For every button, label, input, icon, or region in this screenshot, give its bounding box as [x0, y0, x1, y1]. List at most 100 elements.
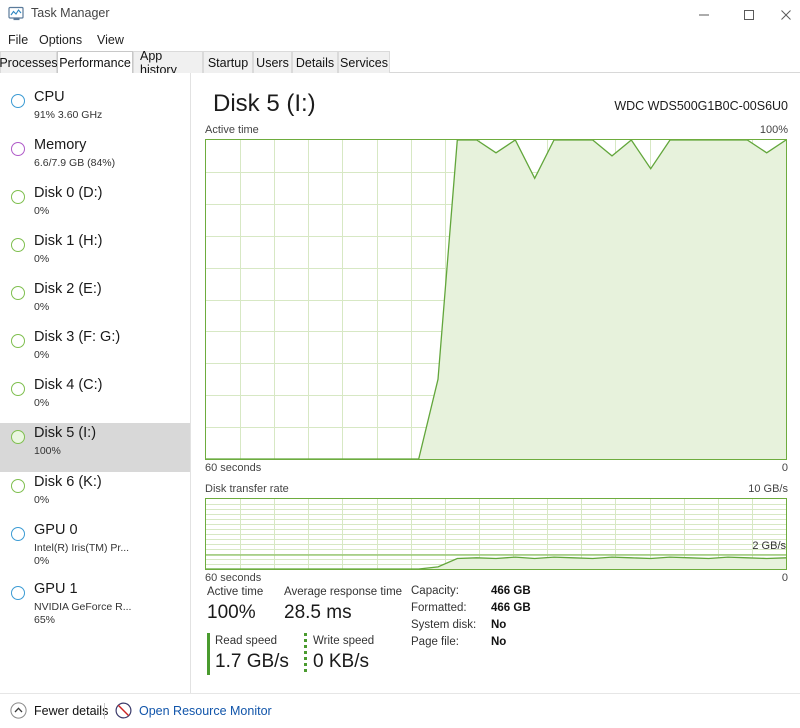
active-time-graph-series: [206, 140, 786, 459]
sidebar-item-label: Disk 6 (K:): [34, 474, 102, 490]
menu-item-file[interactable]: File: [4, 32, 32, 48]
average-response-time-label: Average response time: [284, 586, 403, 598]
stat-key: System disk:: [411, 619, 477, 631]
sidebar-item-label: Disk 0 (D:): [34, 185, 103, 201]
stat-value: 466 GB: [491, 602, 531, 614]
sidebar-item-detail: 0%: [34, 253, 50, 265]
sidebar-item-gpu-1[interactable]: GPU 1 NVIDIA GeForce R... 65%: [0, 579, 190, 628]
disk-transfer-rate-graph-marker-label: 2 GB/s: [752, 540, 786, 552]
stat-value: 466 GB: [491, 585, 531, 597]
sidebar-item-label: CPU: [34, 89, 65, 105]
resource-status-dot-icon: [11, 190, 25, 204]
footer-bar: Fewer details Open Resource Monitor: [0, 693, 800, 728]
sidebar-item-detail: 100%: [34, 445, 61, 457]
minimize-button[interactable]: [681, 0, 726, 29]
chevron-up-circle-icon: [10, 702, 27, 719]
sidebar-item-label: Disk 2 (E:): [34, 281, 102, 297]
sidebar-item-label: Disk 4 (C:): [34, 377, 103, 393]
sidebar-item-detail: 0%: [34, 301, 50, 313]
close-button[interactable]: [771, 0, 800, 29]
tab-app-history[interactable]: App history: [133, 49, 203, 77]
read-speed-indicator-bar: [207, 633, 210, 675]
resource-status-dot-icon: [11, 238, 25, 252]
write-speed-indicator-bar: [304, 633, 307, 675]
sidebar-item-disk-2-e[interactable]: Disk 2 (E:) 0%: [0, 279, 190, 328]
active-time-value: 100%: [207, 602, 256, 623]
title-bar: Task Manager: [0, 0, 800, 29]
tab-details[interactable]: Details: [292, 51, 338, 73]
resource-status-dot-icon: [11, 334, 25, 348]
stat-value: No: [491, 619, 507, 631]
resource-status-dot-icon: [11, 382, 25, 396]
disk-transfer-rate-graph-series: [206, 554, 786, 569]
disk-model-label: WDC WDS500G1B0C-00S6U0: [614, 99, 788, 113]
sidebar-item-disk-0-d[interactable]: Disk 0 (D:) 0%: [0, 183, 190, 232]
active-time-label: Active time: [207, 586, 264, 598]
task-manager-icon: [8, 6, 24, 21]
disk-transfer-rate-graph: [205, 498, 787, 570]
menu-item-view[interactable]: View: [93, 32, 128, 48]
resource-status-dot-icon: [11, 94, 25, 108]
sidebar-item-disk-6-k[interactable]: Disk 6 (K:) 0%: [0, 472, 190, 521]
disk-transfer-rate-graph-xaxis-right-label: 0: [781, 572, 788, 584]
average-response-time-value: 28.5 ms: [284, 602, 352, 623]
main-panel: Disk 5 (I:) WDC WDS500G1B0C-00S6U0 Activ…: [191, 73, 800, 693]
tab-users[interactable]: Users: [253, 51, 292, 73]
close-icon: [780, 9, 791, 20]
tab-services[interactable]: Services: [338, 51, 390, 73]
open-resource-monitor-link[interactable]: Open Resource Monitor: [115, 702, 272, 719]
resource-monitor-icon: [115, 702, 132, 719]
maximize-icon: [743, 9, 754, 20]
sidebar-item-detail: 0%: [34, 349, 50, 361]
resource-status-dot-icon: [11, 586, 25, 600]
sidebar-item-detail: 0%: [34, 397, 50, 409]
active-time-graph-title: Active time: [205, 124, 259, 136]
open-resource-monitor-label: Open Resource Monitor: [139, 703, 272, 718]
footer-divider: [104, 703, 105, 719]
sidebar-item-memory[interactable]: Memory 6.6/7.9 GB (84%): [0, 135, 190, 184]
resource-sidebar[interactable]: CPU 91% 3.60 GHz Memory 6.6/7.9 GB (84%) Dis…: [0, 73, 191, 693]
tab-performance[interactable]: Performance: [57, 51, 133, 73]
sidebar-item-disk-4-c[interactable]: Disk 4 (C:) 0%: [0, 375, 190, 424]
sidebar-item-detail: NVIDIA GeForce R...: [34, 601, 132, 613]
active-time-graph: [205, 139, 787, 460]
stat-key: Page file:: [411, 636, 459, 648]
sidebar-item-label: Disk 5 (I:): [34, 425, 97, 441]
sidebar-item-label: Disk 3 (F: G:): [34, 329, 121, 345]
sidebar-item-cpu[interactable]: CPU 91% 3.60 GHz: [0, 87, 190, 136]
sidebar-item-detail: 0%: [34, 494, 50, 506]
fewer-details-button[interactable]: Fewer details: [10, 702, 108, 719]
menu-item-options[interactable]: Options: [35, 32, 86, 48]
resource-status-dot-icon: [11, 479, 25, 493]
minimize-icon: [698, 14, 709, 15]
sidebar-item-disk-1-h[interactable]: Disk 1 (H:) 0%: [0, 231, 190, 280]
active-time-graph-xaxis-right-label: 0: [781, 462, 788, 474]
sidebar-item-detail: Intel(R) Iris(TM) Pr...: [34, 542, 130, 554]
fewer-details-label: Fewer details: [34, 703, 109, 718]
read-speed-label: Read speed: [215, 635, 278, 647]
maximize-button[interactable]: [726, 0, 771, 29]
active-time-graph-ymax-label: 100%: [759, 124, 788, 136]
tab-processes[interactable]: Processes: [0, 51, 58, 73]
sidebar-item-label: GPU 0: [34, 522, 78, 538]
read-speed-value: 1.7 GB/s: [215, 651, 289, 672]
resource-status-dot-icon: [11, 286, 25, 300]
menu-bar: File Options View: [0, 29, 800, 51]
sidebar-item-usage: 65%: [34, 614, 56, 626]
active-time-graph-xaxis-left-label: 60 seconds: [205, 462, 262, 474]
page-title: Disk 5 (I:): [213, 90, 316, 117]
write-speed-value: 0 KB/s: [313, 651, 369, 672]
sidebar-item-disk-5-i[interactable]: Disk 5 (I:) 100%: [0, 423, 190, 472]
disk-transfer-rate-graph-title: Disk transfer rate: [205, 483, 289, 495]
disk-transfer-rate-graph-xaxis-left-label: 60 seconds: [205, 572, 262, 584]
tab-startup[interactable]: Startup: [203, 51, 253, 73]
sidebar-item-label: Disk 1 (H:): [34, 233, 103, 249]
sidebar-item-gpu-0[interactable]: GPU 0 Intel(R) Iris(TM) Pr... 0%: [0, 520, 190, 569]
sidebar-item-detail: 0%: [34, 205, 50, 217]
sidebar-item-disk-3-f-g[interactable]: Disk 3 (F: G:) 0%: [0, 327, 190, 376]
disk-transfer-rate-graph-ymax-label: 10 GB/s: [748, 483, 788, 495]
stat-key: Formatted:: [411, 602, 467, 614]
write-speed-label: Write speed: [313, 635, 375, 647]
sidebar-item-detail: 91% 3.60 GHz: [34, 109, 103, 121]
sidebar-item-usage: 0%: [34, 555, 50, 567]
